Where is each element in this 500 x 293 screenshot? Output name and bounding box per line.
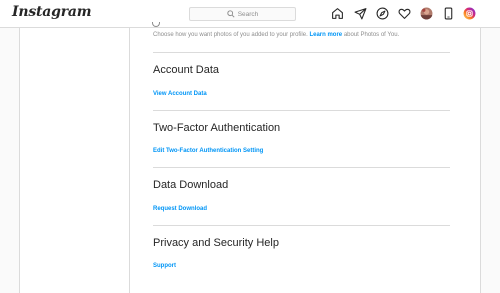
view-account-data-link[interactable]: View Account Data — [153, 91, 207, 97]
explore-icon[interactable] — [376, 7, 389, 20]
direct-icon[interactable] — [354, 7, 367, 20]
photos-of-you-description: Choose how you want photos of you added … — [153, 32, 400, 38]
avatar[interactable] — [420, 7, 433, 20]
section-title-data-download: Data Download — [153, 179, 229, 191]
search-icon — [227, 10, 235, 18]
instagram-logo[interactable]: Instagram — [12, 4, 92, 20]
sidebar-divider — [129, 28, 130, 293]
search-input[interactable]: Search — [189, 7, 296, 21]
divider — [153, 110, 450, 111]
support-link[interactable]: Support — [153, 263, 176, 269]
section-title-privacy-help: Privacy and Security Help — [153, 237, 279, 249]
section-title-two-factor: Two-Factor Authentication — [153, 122, 281, 134]
edit-two-factor-link[interactable]: Edit Two-Factor Authentication Setting — [153, 148, 263, 154]
search-placeholder: Search — [237, 10, 259, 18]
section-title-account-data: Account Data — [153, 64, 220, 76]
learn-more-link[interactable]: Learn more — [309, 32, 342, 38]
divider — [153, 167, 450, 168]
home-icon[interactable] — [331, 7, 344, 20]
heart-icon[interactable] — [398, 7, 411, 20]
top-navigation-bar: Instagram Search — [0, 0, 500, 28]
request-download-link[interactable]: Request Download — [153, 206, 207, 212]
settings-panel — [19, 28, 481, 293]
phone-icon[interactable] — [442, 7, 455, 20]
instagram-circle-icon[interactable] — [463, 7, 476, 20]
divider — [153, 225, 450, 226]
divider — [153, 52, 450, 53]
